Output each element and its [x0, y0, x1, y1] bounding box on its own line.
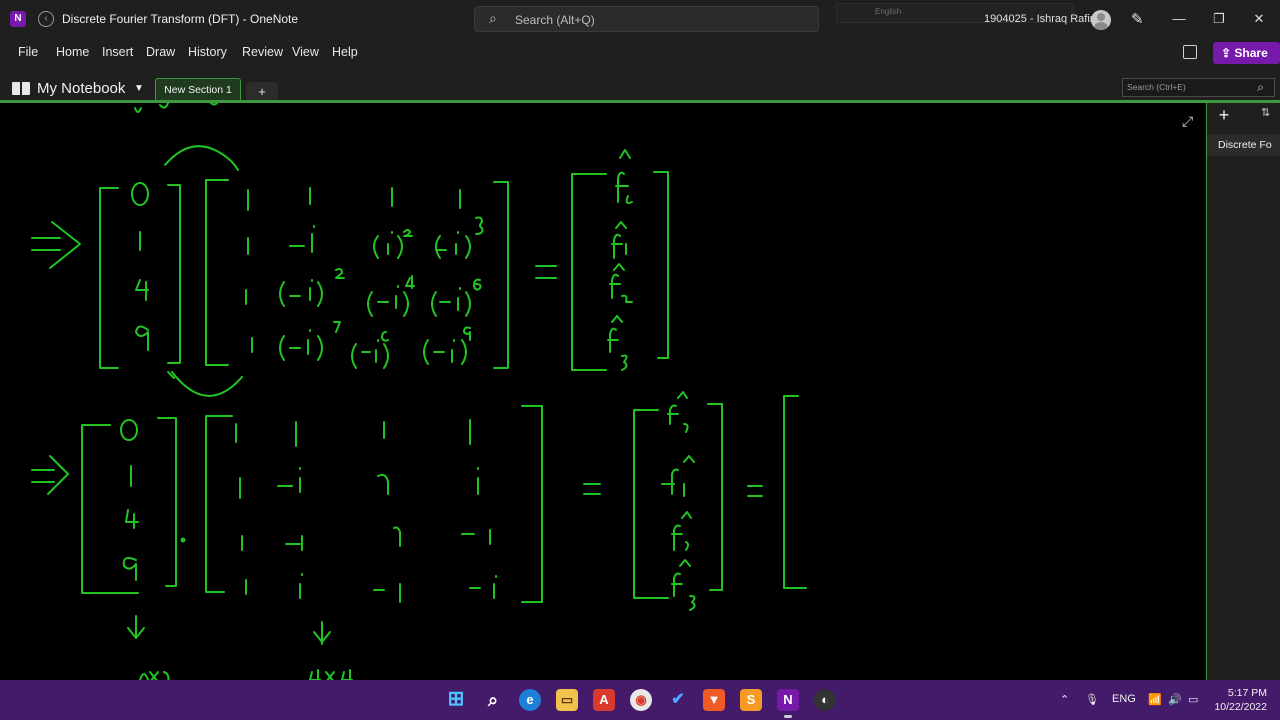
- ink-drawing: [31, 103, 807, 680]
- menu-insert[interactable]: Insert: [102, 45, 133, 59]
- maximize-button[interactable]: ❐: [1204, 8, 1234, 30]
- close-button[interactable]: ✕: [1244, 8, 1274, 30]
- expand-icon[interactable]: ⤢: [1182, 113, 1193, 130]
- language-label: English: [875, 7, 902, 16]
- system-clock[interactable]: 5:17 PM 10/22/2022: [1213, 686, 1267, 714]
- tab-new-section-1[interactable]: New Section 1: [155, 78, 241, 102]
- todo-app-icon[interactable]: ✔: [667, 689, 689, 711]
- chrome-browser-icon[interactable]: ◉: [630, 689, 652, 711]
- onenote-taskbar-icon[interactable]: N: [777, 689, 799, 711]
- taskbar: ⊞ ⌕ e ▭ A ◉ ✔ ▼ S N ◐ ⌃ 🎙 ENG 📶 🔊 ▭ 5:17…: [0, 680, 1280, 720]
- language-indicator[interactable]: ENG: [1112, 693, 1136, 705]
- page-search-placeholder: Search (Ctrl+E): [1127, 82, 1186, 92]
- menu-bar: File Home Insert Draw History Review Vie…: [0, 38, 1280, 68]
- chevron-up-icon[interactable]: ⌃: [1060, 693, 1069, 706]
- menu-home[interactable]: Home: [56, 45, 89, 59]
- wifi-icon[interactable]: 📶: [1148, 693, 1162, 706]
- window-title: Discrete Fourier Transform (DFT) - OneNo…: [62, 12, 299, 26]
- pdf-reader-icon[interactable]: A: [593, 689, 615, 711]
- pen-icon[interactable]: ✎: [1131, 10, 1144, 28]
- menu-file[interactable]: File: [18, 45, 38, 59]
- notebook-bar: My Notebook ▼ New Section 1 + Search (Ct…: [0, 68, 1280, 102]
- page-list-pane: + ⇅ Discrete Fo: [1206, 103, 1280, 680]
- sticky-notes-icon[interactable]: [1183, 45, 1197, 59]
- clock-date: 10/22/2022: [1214, 701, 1267, 713]
- onenote-app-icon: N: [10, 11, 26, 27]
- search-placeholder: Search (Alt+Q): [515, 13, 595, 27]
- active-app-indicator: [784, 715, 792, 718]
- brave-browser-icon[interactable]: ▼: [703, 689, 725, 711]
- menu-history[interactable]: History: [188, 45, 227, 59]
- notebook-name[interactable]: My Notebook: [37, 80, 125, 97]
- add-section-button[interactable]: +: [246, 82, 278, 102]
- user-name[interactable]: 1904025 - Ishraq Rafin: [984, 13, 1096, 25]
- volume-icon[interactable]: 🔊: [1168, 693, 1182, 706]
- start-windows-icon[interactable]: ⊞: [445, 689, 467, 711]
- edge-browser-icon[interactable]: e: [519, 689, 541, 711]
- menu-help[interactable]: Help: [332, 45, 358, 59]
- clock-time: 5:17 PM: [1227, 687, 1267, 699]
- search-icon: ⌕: [1257, 80, 1264, 94]
- page-item-current[interactable]: Discrete Fo: [1207, 134, 1280, 156]
- search-input[interactable]: ⌕ Search (Alt+Q): [474, 6, 819, 32]
- sort-icon[interactable]: ⇅: [1261, 106, 1270, 119]
- share-label: Share: [1234, 46, 1268, 60]
- battery-icon[interactable]: ▭: [1188, 693, 1198, 706]
- share-button[interactable]: ⇪ Share: [1213, 42, 1280, 64]
- add-page-button[interactable]: +: [1207, 103, 1241, 127]
- page-search-input[interactable]: Search (Ctrl+E) ⌕: [1122, 78, 1275, 97]
- avatar[interactable]: [1091, 10, 1111, 30]
- obs-studio-icon[interactable]: ◐: [814, 689, 836, 711]
- share-icon: ⇪: [1221, 46, 1235, 60]
- menu-draw[interactable]: Draw: [146, 45, 175, 59]
- search-icon: ⌕: [489, 10, 497, 26]
- back-button[interactable]: ‹: [38, 11, 54, 27]
- sublime-text-icon[interactable]: S: [740, 689, 762, 711]
- notebook-icon: [12, 82, 30, 95]
- title-bar: N ‹ Discrete Fourier Transform (DFT) - O…: [0, 0, 1280, 38]
- menu-view[interactable]: View: [292, 45, 319, 59]
- chevron-down-icon[interactable]: ▼: [134, 83, 144, 94]
- search-icon[interactable]: ⌕: [482, 689, 504, 711]
- menu-review[interactable]: Review: [242, 45, 283, 59]
- note-canvas[interactable]: [0, 103, 1206, 680]
- microphone-icon[interactable]: 🎙: [1085, 693, 1099, 706]
- minimize-button[interactable]: —: [1164, 8, 1194, 30]
- file-explorer-icon[interactable]: ▭: [556, 689, 578, 711]
